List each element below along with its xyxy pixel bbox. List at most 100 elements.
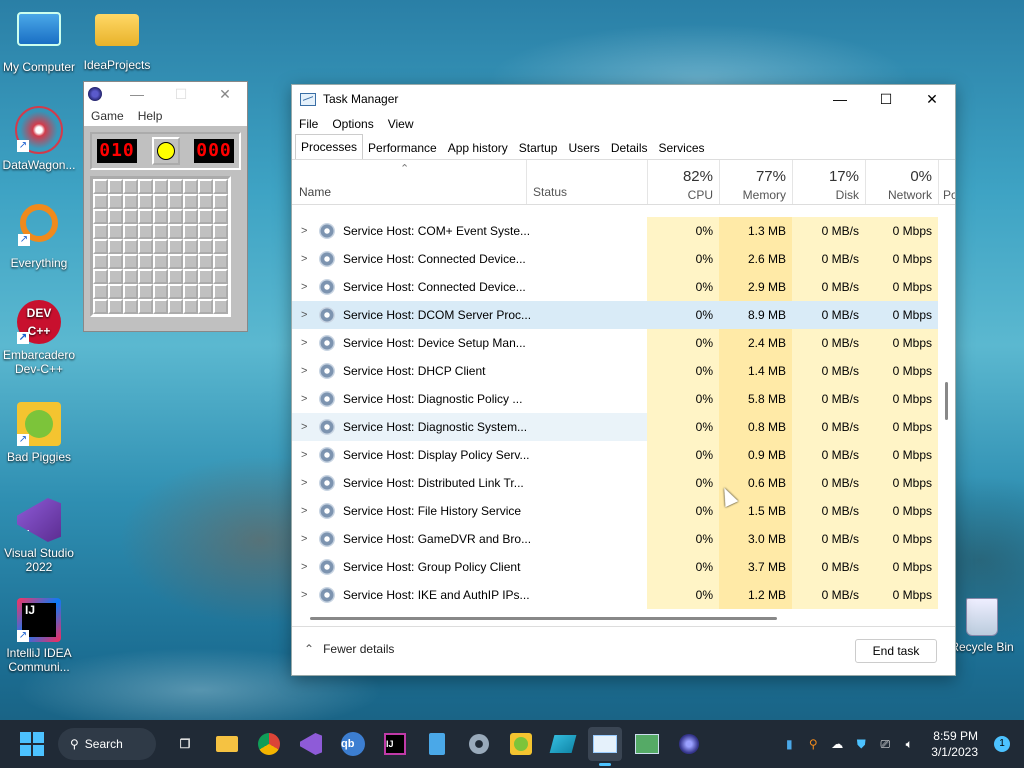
menu-help[interactable]: Help: [138, 109, 163, 123]
desktop-icon-my-computer[interactable]: My Computer: [0, 8, 78, 74]
desktop-icon-intellij[interactable]: IJ ↗ IntelliJ IDEA Communi...: [0, 598, 78, 674]
mine-cell[interactable]: [123, 284, 138, 299]
chevron-right-icon[interactable]: >: [301, 441, 307, 469]
mine-cell[interactable]: [93, 284, 108, 299]
tab-services[interactable]: Services: [653, 136, 711, 159]
mine-cell[interactable]: [93, 194, 108, 209]
chevron-right-icon[interactable]: >: [301, 581, 307, 609]
table-row[interactable]: > Service Host: DHCP Client 0% 1.4 MB 0 MB/s…: [292, 357, 938, 385]
chevron-right-icon[interactable]: >: [301, 413, 307, 441]
mine-cell[interactable]: [213, 239, 228, 254]
menu-game[interactable]: Game: [91, 109, 124, 123]
chevron-right-icon[interactable]: >: [301, 469, 307, 497]
mine-cell[interactable]: [213, 224, 228, 239]
mine-cell[interactable]: [168, 194, 183, 209]
mine-cell[interactable]: [108, 254, 123, 269]
mine-cell[interactable]: [213, 209, 228, 224]
mine-cell[interactable]: [153, 224, 168, 239]
bad-piggies-taskbar-icon[interactable]: [504, 727, 538, 761]
mine-cell[interactable]: [108, 269, 123, 284]
clock[interactable]: 8:59 PM 3/1/2023: [931, 728, 978, 760]
mine-cell[interactable]: [168, 224, 183, 239]
table-row[interactable]: > Service Host: DCOM Server Proc... 0% 8.9 …: [292, 301, 938, 329]
desktop-icon-visual-studio[interactable]: ↗ Visual Studio 2022: [0, 498, 78, 574]
security-shield-icon[interactable]: ⛊: [853, 737, 869, 751]
mine-cell[interactable]: [138, 209, 153, 224]
mine-cell[interactable]: [213, 194, 228, 209]
mine-cell[interactable]: [198, 194, 213, 209]
chevron-right-icon[interactable]: >: [301, 329, 307, 357]
mine-cell[interactable]: [153, 254, 168, 269]
network-icon[interactable]: ⎚: [877, 737, 893, 751]
table-row[interactable]: > Service Host: Group Policy Client 0% 3.7 …: [292, 553, 938, 581]
mine-cell[interactable]: [108, 239, 123, 254]
mine-cell[interactable]: [183, 269, 198, 284]
close-button[interactable]: ✕: [203, 86, 247, 103]
mine-cell[interactable]: [198, 224, 213, 239]
vertical-scrollbar[interactable]: [938, 217, 955, 609]
notepad-tray-icon[interactable]: ▮: [781, 737, 797, 751]
scroll-thumb[interactable]: [310, 617, 777, 620]
mine-cell[interactable]: [183, 194, 198, 209]
desktop-icon-datawagon[interactable]: ↗ DataWagon...: [0, 106, 78, 172]
tab-processes[interactable]: Processes: [295, 134, 364, 159]
desktop-icon-ideaprojects[interactable]: IdeaProjects: [78, 8, 156, 72]
notepad-icon[interactable]: [420, 727, 454, 761]
mine-cell[interactable]: [213, 299, 228, 314]
task-view-icon[interactable]: ❐: [168, 727, 202, 761]
scroll-thumb[interactable]: [945, 382, 948, 420]
mine-cell[interactable]: [93, 254, 108, 269]
mine-cell[interactable]: [168, 254, 183, 269]
close-button[interactable]: ✕: [909, 85, 955, 113]
table-row[interactable]: > Service Host: File History Service 0% 1.5…: [292, 497, 938, 525]
search-button[interactable]: ⚲ Search: [58, 728, 156, 760]
chevron-right-icon[interactable]: >: [301, 217, 307, 245]
intellij-taskbar-icon[interactable]: IJ: [378, 727, 412, 761]
mine-cell[interactable]: [138, 224, 153, 239]
mine-cell[interactable]: [108, 284, 123, 299]
tab-details[interactable]: Details: [605, 136, 654, 159]
task-manager-taskbar-icon[interactable]: [588, 727, 622, 766]
mine-cell[interactable]: [168, 209, 183, 224]
mine-cell[interactable]: [123, 269, 138, 284]
mine-cell[interactable]: [138, 194, 153, 209]
chevron-right-icon[interactable]: >: [301, 357, 307, 385]
mine-cell[interactable]: [183, 299, 198, 314]
mine-cell[interactable]: [168, 284, 183, 299]
maximize-button[interactable]: ☐: [159, 86, 203, 103]
column-network[interactable]: 0% Network: [865, 160, 938, 204]
minimize-button[interactable]: —: [115, 86, 159, 102]
chevron-right-icon[interactable]: >: [301, 273, 307, 301]
mine-cell[interactable]: [198, 179, 213, 194]
table-row[interactable]: > Service Host: GameDVR and Bro... 0% 3.0 M…: [292, 525, 938, 553]
column-cpu[interactable]: 82% CPU: [647, 160, 719, 204]
minesweeper-taskbar-icon[interactable]: [672, 727, 706, 761]
mine-cell[interactable]: [183, 209, 198, 224]
mine-cell[interactable]: [138, 179, 153, 194]
table-row[interactable]: > Service Host: Diagnostic System... 0% 0.8…: [292, 413, 938, 441]
column-power[interactable]: Po: [938, 160, 955, 204]
column-memory[interactable]: 77% Memory: [719, 160, 792, 204]
menu-view[interactable]: View: [388, 117, 414, 131]
mine-cell[interactable]: [93, 179, 108, 194]
menu-file[interactable]: File: [299, 117, 318, 131]
mine-cell[interactable]: [108, 194, 123, 209]
qbittorrent-icon[interactable]: qb: [336, 727, 370, 761]
chevron-right-icon[interactable]: >: [301, 553, 307, 581]
mine-cell[interactable]: [138, 254, 153, 269]
mine-cell[interactable]: [123, 194, 138, 209]
volume-icon[interactable]: 🔈︎: [901, 737, 917, 751]
end-task-button[interactable]: End task: [855, 639, 937, 663]
mine-cell[interactable]: [153, 179, 168, 194]
horizontal-scrollbar[interactable]: [292, 609, 938, 625]
tab-startup[interactable]: Startup: [513, 136, 564, 159]
mine-cell[interactable]: [123, 299, 138, 314]
mine-cell[interactable]: [213, 269, 228, 284]
minesweeper-titlebar[interactable]: — ☐ ✕: [84, 82, 247, 106]
minesweeper-window[interactable]: — ☐ ✕ Game Help 010 000: [83, 81, 248, 332]
column-status-cell[interactable]: Status: [526, 160, 647, 204]
mine-cell[interactable]: [198, 254, 213, 269]
mine-cell[interactable]: [153, 209, 168, 224]
table-row[interactable]: > Service Host: Diagnostic Policy ... 0% 5.…: [292, 385, 938, 413]
chevron-right-icon[interactable]: >: [301, 525, 307, 553]
